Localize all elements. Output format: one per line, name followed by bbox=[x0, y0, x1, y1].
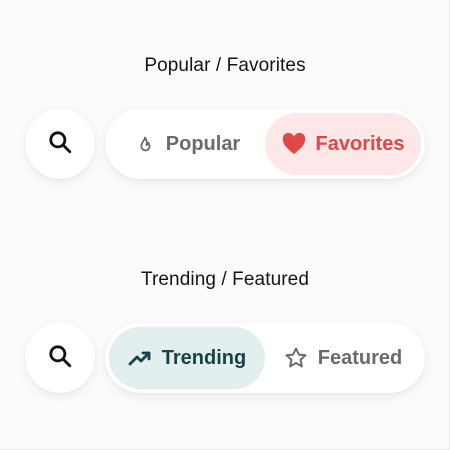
tab-trending[interactable]: Trending bbox=[109, 327, 265, 389]
trending-up-icon bbox=[128, 350, 152, 366]
tab-trending-label: Trending bbox=[161, 346, 247, 369]
search-button[interactable] bbox=[25, 109, 95, 179]
section-title-trending-featured: Trending / Featured bbox=[140, 269, 310, 290]
tab-favorites-label: Favorites bbox=[315, 132, 405, 155]
flame-icon bbox=[134, 132, 156, 156]
search-icon bbox=[47, 343, 73, 374]
star-icon bbox=[284, 346, 308, 370]
segmented-control-trending-featured: Trending Featured bbox=[105, 323, 425, 393]
tab-featured-label: Featured bbox=[317, 346, 403, 369]
search-icon bbox=[47, 129, 73, 160]
heart-icon bbox=[282, 133, 306, 155]
tab-featured[interactable]: Featured bbox=[265, 327, 421, 389]
search-button[interactable] bbox=[25, 323, 95, 393]
tab-popular-label: Popular bbox=[165, 132, 241, 155]
section-title-popular-favorites: Popular / Favorites bbox=[144, 55, 306, 76]
segmented-control-popular-favorites: Popular Favorites bbox=[105, 109, 425, 179]
tab-favorites[interactable]: Favorites bbox=[265, 113, 421, 175]
tab-popular[interactable]: Popular bbox=[109, 113, 265, 175]
